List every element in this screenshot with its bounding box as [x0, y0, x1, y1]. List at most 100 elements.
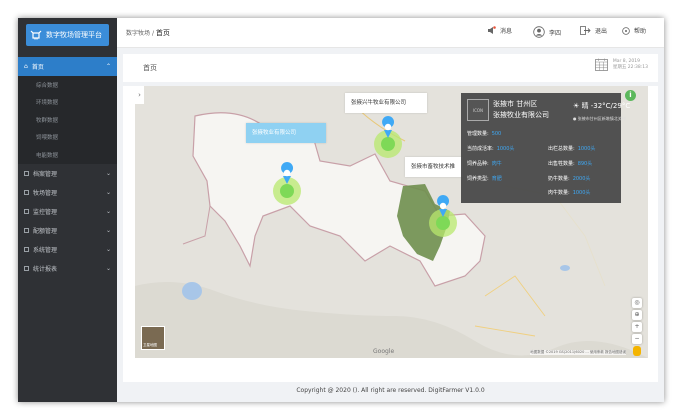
ranch-company: 张掖牧业有限公司 — [493, 111, 549, 119]
info-row-label: 当前成活率: — [467, 146, 494, 152]
info-row: 饲养类型: 育肥 — [467, 175, 502, 182]
help-icon — [622, 26, 630, 35]
map-attribution[interactable]: 地图数据 ©2019 GS(2011)6020 ... 使用条款 报告地图错误 — [530, 350, 626, 355]
chevron-down-icon: ⌄ — [105, 207, 111, 215]
breadcrumb-current: 首页 — [155, 29, 170, 37]
sun-cloud-icon: ☀ — [573, 102, 580, 110]
chevron-up-icon: ⌃ — [105, 63, 111, 70]
weather-text: 晴 -32°C/29°C — [581, 102, 631, 110]
news-label: 消息 — [500, 28, 513, 35]
chevron-down-icon: ⌄ — [105, 169, 111, 177]
info-row-value: 2000头 — [572, 176, 591, 182]
chevron-down-icon: ⌄ — [105, 226, 111, 234]
sidebar-item-label: 系统管理 — [33, 246, 58, 254]
compass-icon[interactable]: ◎ — [632, 298, 642, 308]
ranch-info-panel: ICON 张掖市 甘州区 张掖牧业有限公司 ☀ 晴 -32°C/29°C ● 张… — [461, 93, 630, 203]
weekday-time: 星期五 22:38:13 — [612, 64, 648, 70]
user-label: 李四 — [549, 29, 562, 37]
menu-square-icon — [24, 265, 29, 271]
zoom-in-button[interactable]: + — [632, 322, 642, 332]
sidebar-item-monitor[interactable]: 监控管理 ⌄ — [18, 202, 117, 221]
sidebar-item-ranch[interactable]: 牧场管理 ⌄ — [18, 183, 117, 202]
map-canvas[interactable]: 张掖牧业有限公司 张掖兴牛牧业有限公司 张掖市畜牧技术推 ICON 张掖市 甘州… — [135, 86, 648, 358]
breadcrumb: 数字牧场 / 首页 — [126, 28, 170, 38]
info-row-value: 1000头 — [572, 190, 591, 196]
sidebar: 数字牧场管理平台 ⌂ 首页 ⌃ 综合数据 环境数据 牧群数据 饲喂数据 电能数据… — [18, 18, 117, 402]
sidebar-item-quota[interactable]: 配额管理 ⌄ — [18, 221, 117, 240]
locate-icon[interactable]: ⊕ — [632, 310, 642, 320]
help-button[interactable]: 帮助 — [622, 26, 646, 35]
sidebar-item-home[interactable]: ⌂ 首页 ⌃ — [18, 57, 117, 76]
home-icon: ⌂ — [24, 63, 28, 70]
app-window: 数字牧场管理平台 ⌂ 首页 ⌃ 综合数据 环境数据 牧群数据 饲喂数据 电能数据… — [18, 18, 664, 402]
page-title: 首页 — [143, 64, 157, 72]
info-row-value: 890头 — [577, 161, 593, 167]
user-avatar-icon — [533, 26, 545, 38]
street-view-pegman-icon[interactable] — [633, 346, 641, 356]
sidebar-subitem[interactable]: 电能数据 — [18, 146, 117, 164]
sidebar-item-label: 档案管理 — [33, 170, 58, 178]
address-label: 张掖市甘州区新墩镇北关村 — [577, 116, 626, 121]
weather-readout: ☀ 晴 -32°C/29°C — [573, 101, 630, 111]
speaker-icon — [488, 26, 496, 34]
date-block: Mar 8, 2019 星期五 22:38:13 — [594, 58, 648, 71]
info-row: 管理数量: 500 — [467, 130, 501, 137]
sidebar-subitem[interactable]: 饲喂数据 — [18, 128, 117, 146]
chevron-down-icon: ⌄ — [105, 188, 111, 196]
sidebar-item-reports[interactable]: 统计报表 ⌄ — [18, 259, 117, 278]
info-row-label: 出售牲数量: — [548, 161, 575, 167]
calendar-icon — [594, 58, 608, 71]
zoom-out-button[interactable]: − — [632, 334, 642, 344]
sidebar-item-label: 首页 — [31, 64, 44, 71]
info-row-value: 育肥 — [491, 176, 502, 182]
top-header: 数字牧场 / 首页 消息 李四 退出 帮助 — [117, 18, 664, 48]
sidebar-item-label: 牧场管理 — [33, 189, 58, 197]
user-button[interactable]: 李四 — [533, 26, 561, 38]
ranch-city: 张掖市 甘州区 — [493, 100, 538, 108]
sidebar-item-label: 配额管理 — [33, 227, 58, 235]
ranch-tooltip-3[interactable]: 张掖市畜牧技术推 — [405, 157, 463, 177]
help-label: 帮助 — [634, 28, 647, 35]
info-row-value: 500 — [491, 131, 502, 137]
satellite-view-toggle[interactable]: 卫星地图 — [141, 326, 165, 350]
info-row-label: 管理数量: — [467, 131, 489, 137]
info-row: 肉牛数量: 1000头 — [548, 189, 590, 196]
menu-square-icon — [24, 246, 29, 252]
ranch-tooltip-2[interactable]: 张掖兴牛牧业有限公司 — [345, 93, 427, 113]
google-logo: Google — [373, 348, 395, 355]
breadcrumb-parent[interactable]: 数字牧场 — [126, 30, 150, 37]
sidebar-subitem[interactable]: 牧群数据 — [18, 111, 117, 129]
sidebar-item-label: 统计报表 — [33, 265, 58, 273]
info-row-label: 奶牛数量: — [548, 176, 570, 182]
info-row: 奶牛数量: 2000头 — [548, 175, 590, 182]
cow-icon — [30, 30, 42, 40]
ranch-tooltip-1[interactable]: 张掖牧业有限公司 — [246, 123, 326, 143]
page-header: 首页 Mar 8, 2019 星期五 22:38:13 — [123, 54, 658, 82]
location-pin-icon: ● — [573, 116, 577, 121]
sidebar-menu: ⌂ 首页 ⌃ 综合数据 环境数据 牧群数据 饲喂数据 电能数据 档案管理 ⌄ 牧场… — [18, 57, 117, 278]
info-row: 饲养品种: 肉牛 — [467, 160, 502, 167]
info-icon[interactable]: i — [625, 90, 636, 101]
info-row-label: 饲养类型: — [467, 176, 489, 182]
info-row-value: 肉牛 — [491, 161, 502, 167]
address-text: ● 张掖市甘州区新墩镇北关村 — [573, 116, 626, 122]
sidebar-item-label: 监控管理 — [33, 208, 58, 216]
info-row-value: 1000头 — [577, 146, 596, 152]
sidebar-item-archive[interactable]: 档案管理 ⌄ — [18, 164, 117, 183]
app-title: 数字牧场管理平台 — [46, 31, 102, 39]
map-panel: 张掖牧业有限公司 张掖兴牛牧业有限公司 张掖市畜牧技术推 ICON 张掖市 甘州… — [123, 86, 658, 382]
logout-button[interactable]: 退出 — [580, 26, 607, 35]
menu-square-icon — [24, 189, 29, 195]
ranch-logo-placeholder: ICON — [467, 99, 489, 121]
sidebar-subitem[interactable]: 综合数据 — [18, 76, 117, 94]
sidebar-subitem[interactable]: 环境数据 — [18, 93, 117, 111]
news-button[interactable]: 消息 — [487, 26, 512, 35]
menu-square-icon — [24, 170, 29, 176]
logout-label: 退出 — [595, 28, 608, 35]
menu-square-icon — [24, 227, 29, 233]
satellite-label: 卫星地图 — [143, 343, 157, 347]
info-row-value: 1000头 — [496, 146, 515, 152]
sidebar-item-system[interactable]: 系统管理 ⌄ — [18, 240, 117, 259]
side-toggle-button[interactable]: › — [135, 86, 144, 104]
app-logo[interactable]: 数字牧场管理平台 — [26, 24, 109, 46]
